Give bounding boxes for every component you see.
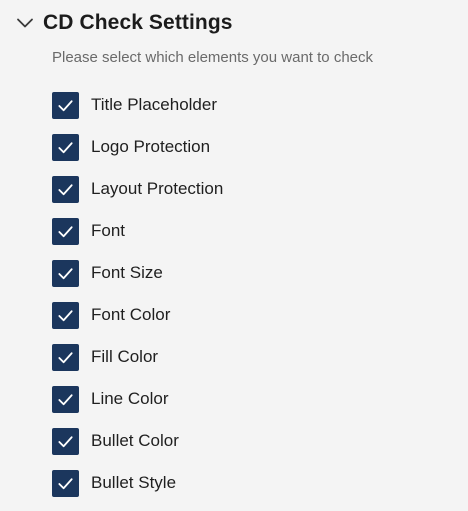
checkbox-bullet-color[interactable]: Bullet Color bbox=[52, 427, 223, 455]
checkbox-box[interactable] bbox=[52, 91, 79, 119]
checkmark-icon bbox=[58, 435, 73, 447]
checkbox-font-color[interactable]: Font Color bbox=[52, 301, 223, 329]
section-header-toggle[interactable]: CD Check Settings bbox=[14, 8, 233, 38]
checkbox-label: Font Size bbox=[91, 263, 163, 282]
checkbox-layout-protection[interactable]: Layout Protection bbox=[52, 175, 223, 203]
checkmark-icon bbox=[58, 141, 73, 153]
checkbox-box[interactable] bbox=[52, 427, 79, 455]
checkbox-line-color[interactable]: Line Color bbox=[52, 385, 223, 413]
checkbox-label: Bullet Color bbox=[91, 431, 179, 450]
checkbox-box[interactable] bbox=[52, 385, 79, 413]
checkbox-label: Line Color bbox=[91, 389, 169, 408]
checkbox-box[interactable] bbox=[52, 133, 79, 161]
checkmark-icon bbox=[58, 225, 73, 237]
checkbox-logo-protection[interactable]: Logo Protection bbox=[52, 133, 223, 161]
cd-check-settings-panel: CD Check Settings Please select which el… bbox=[0, 0, 468, 504]
chevron-down-icon[interactable] bbox=[14, 12, 36, 34]
checkmark-icon bbox=[58, 309, 73, 321]
checkbox-box[interactable] bbox=[52, 343, 79, 371]
checkbox-label: Logo Protection bbox=[91, 137, 211, 156]
checkbox-box[interactable] bbox=[52, 301, 79, 329]
checkmark-icon bbox=[58, 99, 73, 111]
checkbox-box[interactable] bbox=[52, 469, 79, 497]
checkmark-icon bbox=[58, 351, 73, 363]
checkbox-box[interactable] bbox=[52, 175, 79, 203]
checkmark-icon bbox=[58, 183, 73, 195]
checkmark-icon bbox=[58, 267, 73, 279]
checkmark-icon bbox=[58, 477, 73, 489]
checkbox-label: Title Placeholder bbox=[91, 95, 217, 114]
checkbox-box[interactable] bbox=[52, 217, 79, 245]
checkbox-bullet-style[interactable]: Bullet Style bbox=[52, 469, 223, 497]
checkbox-label: Layout Protection bbox=[91, 179, 224, 198]
check-options-list: Title Placeholder Logo Protection Layout… bbox=[52, 91, 223, 511]
checkbox-label: Font Color bbox=[91, 305, 171, 324]
section-title: CD Check Settings bbox=[43, 11, 233, 34]
checkbox-box[interactable] bbox=[52, 259, 79, 287]
checkbox-title-placeholder[interactable]: Title Placeholder bbox=[52, 91, 223, 119]
checkbox-label: Bullet Style bbox=[91, 473, 177, 492]
checkbox-label: Font bbox=[91, 221, 126, 240]
checkbox-label: Fill Color bbox=[91, 347, 159, 366]
section-subtitle: Please select which elements you want to… bbox=[52, 49, 373, 66]
checkbox-font-size[interactable]: Font Size bbox=[52, 259, 223, 287]
checkbox-font[interactable]: Font bbox=[52, 217, 223, 245]
checkbox-fill-color[interactable]: Fill Color bbox=[52, 343, 223, 371]
checkmark-icon bbox=[58, 393, 73, 405]
